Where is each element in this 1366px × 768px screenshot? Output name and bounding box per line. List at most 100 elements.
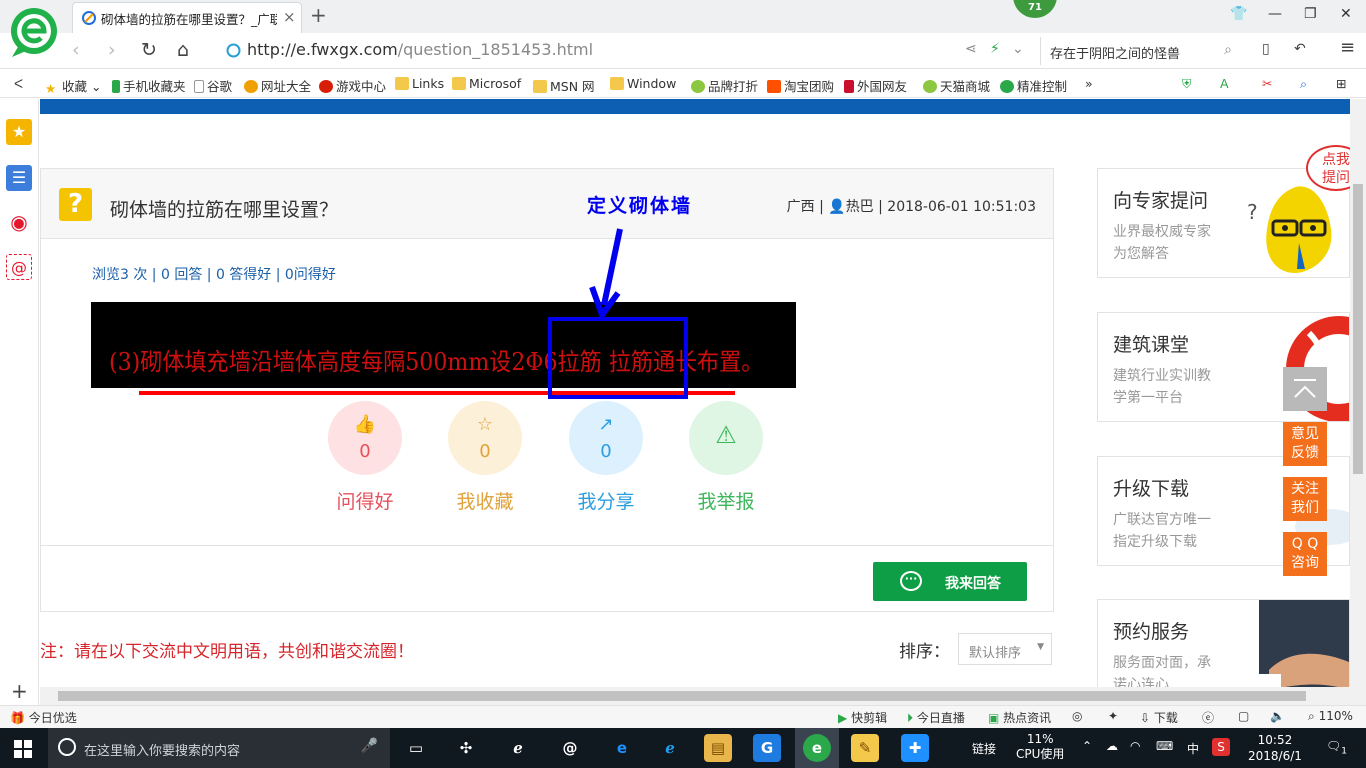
qq-consult-button[interactable]: Q Q 咨询	[1283, 532, 1327, 576]
notepad-app-icon[interactable]: ✎	[851, 734, 879, 762]
answer-button[interactable]: ··· 我来回答	[873, 562, 1027, 601]
bookmark-7[interactable]: MSN 网	[533, 76, 595, 95]
sogou-ime-icon[interactable]: S	[1212, 738, 1230, 756]
action-good-question[interactable]: 👍 0 问得好	[328, 401, 402, 514]
horizontal-scrollbar[interactable]	[40, 687, 1350, 705]
taskbar-search-input[interactable]: 在这里输入你要搜索的内容 🎤	[48, 728, 390, 768]
menu-icon[interactable]: ≡	[1340, 37, 1355, 58]
today-picks[interactable]: 🎁 今日优选	[10, 709, 77, 726]
more-bookmarks-icon[interactable]: »	[1085, 76, 1093, 91]
sort-select[interactable]: 默认排序 ▼	[958, 633, 1052, 665]
swirl-app-icon[interactable]: @	[556, 734, 584, 762]
question-image[interactable]: (3)砌体填充墙沿墙体高度每隔500mm设2Φ6拉筋 拉筋通长布置。	[91, 302, 796, 388]
task-view-icon[interactable]: ▭	[402, 734, 430, 762]
search-icon[interactable]: ⌕	[1224, 42, 1232, 58]
minimize-icon[interactable]: —	[1268, 6, 1282, 22]
status-item-clip[interactable]: ▶ 快剪辑	[838, 709, 887, 726]
follow-button[interactable]: 关注 我们	[1283, 477, 1327, 521]
file-explorer-icon[interactable]: ▤	[704, 734, 732, 762]
microphone-icon[interactable]: 🎤	[361, 738, 378, 754]
chevron-down-icon[interactable]: ⌄	[1012, 41, 1024, 57]
bookmark-10[interactable]: 淘宝团购	[767, 76, 834, 95]
bookmark-0[interactable]: ★ 收藏 ⌄	[45, 76, 101, 96]
volume-icon[interactable]: 🔈	[1270, 709, 1285, 723]
browser-logo-icon[interactable]	[10, 7, 58, 59]
url-input[interactable]: http://e.fwxgx.com/question_1851453.html	[222, 37, 1032, 65]
sidebar-toggle-icon[interactable]: ᐸ	[14, 76, 23, 91]
ask-bubble[interactable]: 点我 提问	[1306, 145, 1350, 191]
apps-grid-icon[interactable]: ⊞	[1336, 76, 1346, 91]
forward-icon[interactable]: ›	[108, 39, 116, 61]
bookmark-3[interactable]: 网址大全	[244, 76, 311, 95]
bookmark-4[interactable]: 游戏中心	[319, 76, 386, 95]
shirt-skin-icon[interactable]: 👕	[1230, 6, 1247, 22]
restore-icon[interactable]: ❐	[1304, 6, 1317, 22]
lightning-icon[interactable]: ⚡	[990, 41, 1000, 57]
search-input[interactable]: 存在于阴阳之间的怪兽 ⌕	[1040, 37, 1240, 65]
security-shield-icon[interactable]: ⛨	[1182, 76, 1191, 92]
clock[interactable]: 10:52 2018/6/1	[1248, 732, 1302, 764]
favorites-star-icon[interactable]: ★	[6, 119, 32, 145]
news-list-icon[interactable]: ☰	[6, 165, 32, 191]
back-icon[interactable]: ‹	[72, 39, 80, 61]
windows-start-icon[interactable]	[14, 740, 32, 758]
scroll-thumb[interactable]	[58, 691, 1306, 701]
magnifier-icon[interactable]: ⌕	[1300, 76, 1307, 92]
refresh-icon[interactable]: ↻	[141, 39, 157, 61]
bookmark-9[interactable]: 品牌打折	[691, 76, 758, 95]
feedback-button[interactable]: 意见 反馈	[1283, 422, 1327, 466]
side-card-service[interactable]: 预约服务 服务面对面，承 诺心连心	[1097, 599, 1350, 687]
glodon-app-icon[interactable]: G	[753, 734, 781, 762]
weibo-icon[interactable]: ◉	[6, 209, 32, 235]
undo-icon[interactable]: ↶	[1294, 41, 1306, 57]
zoom-level[interactable]: ⌕ 110%	[1308, 709, 1353, 724]
vertical-scrollbar[interactable]	[1350, 99, 1366, 705]
pinwheel-app-icon[interactable]: ✣	[452, 734, 480, 762]
email-icon[interactable]: @	[6, 254, 32, 280]
translate-icon[interactable]: A	[1220, 76, 1229, 91]
tab-close-icon[interactable]: ×	[283, 8, 296, 26]
notification-center-icon[interactable]: 🗨1	[1326, 739, 1347, 756]
bookmark-11[interactable]: 外国网友	[844, 76, 907, 95]
ie-icon[interactable]: ⓔ	[1202, 709, 1214, 726]
tab-active[interactable]: 砌体墙的拉筋在哪里设置？_广联 ×	[72, 2, 302, 33]
ie-browser-icon[interactable]: ℯ	[504, 734, 532, 762]
bookmark-5[interactable]: Links	[395, 76, 444, 91]
internet-explorer-icon[interactable]: ℯ	[656, 734, 684, 762]
add-sidebar-item-icon[interactable]: +	[11, 679, 28, 703]
bookmark-13[interactable]: 精准控制	[1000, 76, 1067, 95]
browser-app-icon[interactable]: e	[803, 734, 831, 762]
cloud-icon[interactable]: ☁	[1106, 739, 1118, 753]
back-to-top-button[interactable]	[1283, 367, 1327, 411]
notification-badge[interactable]: 71	[1013, 0, 1057, 18]
bookmark-8[interactable]: Window	[610, 76, 676, 91]
speed-icon[interactable]: ◎	[1072, 709, 1082, 723]
ime-indicator[interactable]: 中	[1187, 740, 1199, 757]
plus-app-icon[interactable]: ✚	[901, 734, 929, 762]
action-report[interactable]: ⚠ 我举报	[689, 401, 763, 514]
home-icon[interactable]: ⌂	[177, 39, 189, 61]
bookmark-12[interactable]: 天猫商城	[923, 76, 990, 95]
scroll-thumb[interactable]	[1353, 184, 1363, 474]
action-share[interactable]: ↗ 0 我分享	[569, 401, 643, 514]
action-favorite[interactable]: ☆ 0 我收藏	[448, 401, 522, 514]
bookmark-2[interactable]: 谷歌	[194, 76, 232, 95]
network-label[interactable]: 链接	[972, 740, 996, 757]
sparkle-icon[interactable]: ✦	[1108, 709, 1118, 723]
status-item-news[interactable]: ▣ 热点资讯	[988, 709, 1051, 726]
close-window-icon[interactable]: ✕	[1340, 6, 1352, 22]
new-tab-button[interactable]: +	[310, 3, 327, 27]
cpu-usage[interactable]: 11% CPU使用	[1016, 732, 1064, 762]
bookmark-6[interactable]: Microsof	[452, 76, 521, 91]
share-icon[interactable]: ⋖	[965, 41, 977, 57]
window-icon[interactable]: ▢	[1238, 709, 1249, 723]
cut-icon[interactable]: ✂	[1262, 76, 1272, 91]
status-item-download[interactable]: ⇩ 下载	[1140, 709, 1178, 726]
edge-icon[interactable]: e	[608, 734, 636, 762]
phone-icon[interactable]: ▯	[1262, 41, 1270, 57]
wifi-icon[interactable]: ◠	[1130, 739, 1140, 753]
keyboard-icon[interactable]: ⌨	[1156, 739, 1173, 753]
chevron-up-icon[interactable]: ⌃	[1082, 739, 1092, 753]
bookmark-1[interactable]: 手机收藏夹	[112, 76, 186, 95]
status-item-live[interactable]: ⏵ 今日直播	[907, 709, 965, 726]
